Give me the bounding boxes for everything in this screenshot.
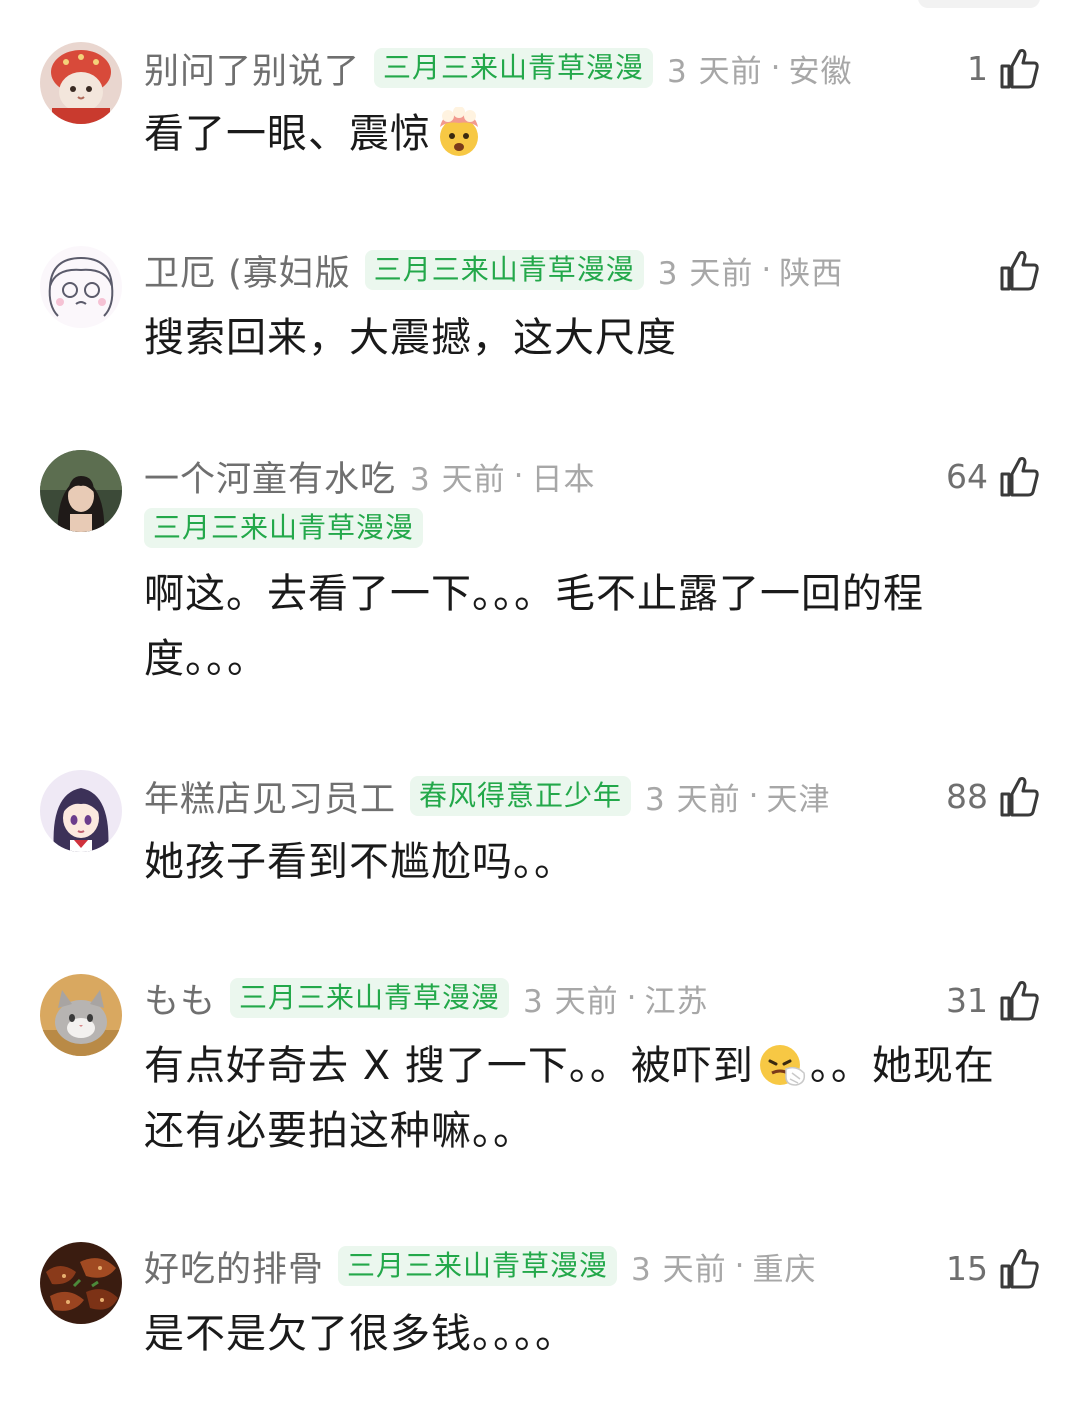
thumbs-up-icon: [998, 978, 1040, 1022]
comment-text: 有点好奇去 X 搜了一下。。被吓到 。。她现在 还有必要拍这种嘛。。: [144, 1034, 1044, 1164]
status-badge[interactable]: 春风得意正少年: [410, 776, 632, 816]
status-badge[interactable]: 三月三来山青草漫漫: [230, 978, 510, 1018]
separator-dot: ·: [748, 778, 759, 814]
comment-meta: 卫厄 (寡妇版 三月三来山青草漫漫 3 天前 · 陕西: [144, 248, 844, 294]
separator-dot: ·: [626, 980, 637, 1016]
like-button[interactable]: [988, 246, 1040, 294]
comment-meta: 一个河童有水吃 3 天前 · 日本: [144, 454, 596, 500]
previous-item-edge: [918, 0, 1040, 8]
thumbs-up-icon: [998, 248, 1040, 292]
comment-meta: 别问了别说了 三月三来山青草漫漫 3 天前 · 安徽: [144, 46, 853, 92]
comment-meta: 好吃的排骨 三月三来山青草漫漫 3 天前 · 重庆: [144, 1244, 817, 1290]
status-badge[interactable]: 三月三来山青草漫漫: [338, 1246, 618, 1286]
like-button[interactable]: 1: [967, 44, 1040, 92]
username[interactable]: 卫厄 (寡妇版: [144, 245, 351, 296]
comment-text-part: 看了一眼、震惊: [144, 111, 431, 157]
comment-text-line: 度。。。: [144, 636, 268, 682]
avatar[interactable]: [40, 450, 122, 532]
exploding-head-emoji: [433, 107, 485, 159]
timestamp: 3 天前: [410, 461, 506, 498]
comment-text: 搜索回来，大震撼，这大尺度: [144, 315, 677, 361]
timestamp: 3 天前: [631, 1251, 727, 1288]
like-button[interactable]: 88: [946, 772, 1040, 820]
thumbs-up-icon: [998, 454, 1040, 498]
comment-text: 啊这。去看了一下。。。毛不止露了一回的程 度。。。: [144, 562, 1044, 692]
comment-meta: 年糕店见习员工 春风得意正少年 3 天前 · 天津: [144, 774, 831, 820]
username[interactable]: 一个河童有水吃: [144, 451, 396, 502]
like-count: 1: [967, 48, 988, 88]
comment-meta: もも 三月三来山青草漫漫 3 天前 · 江苏: [144, 976, 709, 1022]
comment-text-line: 还有必要拍这种嘛。。: [144, 1108, 534, 1154]
timestamp: 3 天前: [645, 781, 741, 818]
sneezing-face-emoji: [756, 1039, 808, 1091]
comment-text: 是不是欠了很多钱。。。。: [144, 1311, 576, 1357]
location: 重庆: [752, 1251, 817, 1288]
username[interactable]: 好吃的排骨: [144, 1241, 324, 1292]
location: 陕西: [779, 255, 844, 292]
like-button[interactable]: 31: [946, 976, 1040, 1024]
thumbs-up-icon: [998, 1246, 1040, 1290]
separator-dot: ·: [734, 1248, 745, 1284]
timestamp: 3 天前: [523, 983, 619, 1020]
comment-text: 看了一眼、震惊: [144, 102, 1044, 167]
thumbs-up-icon: [998, 46, 1040, 90]
location: 江苏: [644, 983, 709, 1020]
username[interactable]: もも: [144, 973, 216, 1024]
timestamp: 3 天前: [667, 53, 763, 90]
comment-text-line: 啊这。去看了一下。。。毛不止露了一回的程: [144, 571, 924, 617]
avatar[interactable]: [40, 770, 122, 852]
avatar[interactable]: [40, 1242, 122, 1324]
separator-dot: ·: [513, 458, 524, 494]
comment-text-line: 有点好奇去 X 搜了一下。。被吓到 。。她现在: [144, 1034, 1044, 1099]
username[interactable]: 年糕店见习员工: [144, 771, 396, 822]
location: 日本: [531, 461, 596, 498]
comment-text: 她孩子看到不尴尬吗。。: [144, 839, 575, 885]
username[interactable]: 别问了别说了: [144, 43, 360, 94]
location: 安徽: [788, 53, 853, 90]
avatar[interactable]: [40, 42, 122, 124]
like-count: 88: [946, 776, 988, 816]
like-button[interactable]: 64: [946, 452, 1040, 500]
like-button[interactable]: 15: [946, 1244, 1040, 1292]
comment-text-part: 有点好奇去 X 搜了一下。。被吓到: [144, 1043, 754, 1089]
avatar[interactable]: [40, 246, 122, 328]
separator-dot: ·: [770, 50, 781, 86]
avatar[interactable]: [40, 974, 122, 1056]
comment-text-part: 。。她现在: [809, 1043, 995, 1089]
location: 天津: [766, 781, 831, 818]
status-badge[interactable]: 三月三来山青草漫漫: [144, 508, 424, 548]
thumbs-up-icon: [998, 774, 1040, 818]
status-badge[interactable]: 三月三来山青草漫漫: [374, 48, 654, 88]
status-badge[interactable]: 三月三来山青草漫漫: [364, 250, 644, 290]
separator-dot: ·: [761, 252, 772, 288]
timestamp: 3 天前: [657, 255, 754, 292]
like-count: 64: [946, 456, 988, 496]
like-count: 31: [946, 980, 988, 1020]
like-count: 15: [946, 1248, 988, 1288]
badge-row: 三月三来山青草漫漫: [144, 506, 437, 550]
